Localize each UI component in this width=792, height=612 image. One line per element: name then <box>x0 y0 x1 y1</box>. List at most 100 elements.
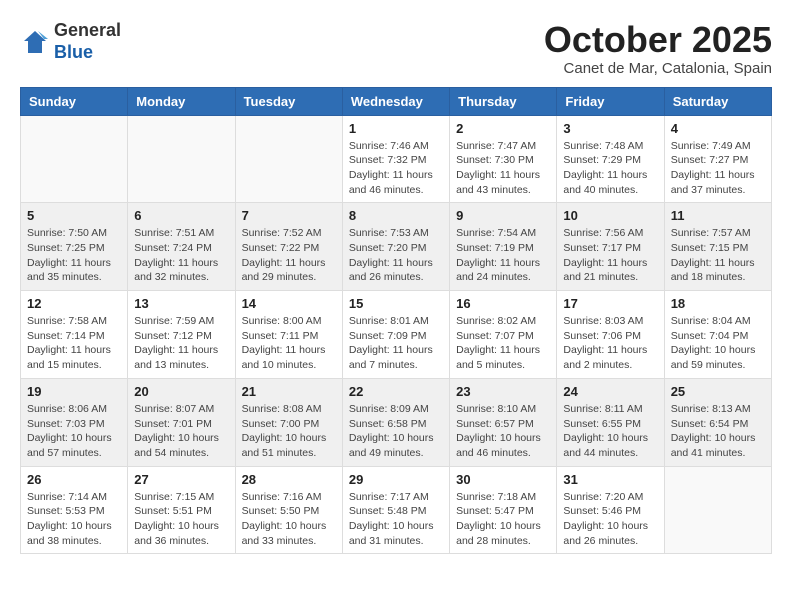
day-number: 22 <box>349 384 443 399</box>
day-number: 17 <box>563 296 657 311</box>
day-number: 25 <box>671 384 765 399</box>
calendar-cell: 29 Sunrise: 7:17 AMSunset: 5:48 PMDayligh… <box>342 466 449 554</box>
day-number: 8 <box>349 208 443 223</box>
location-text: Canet de Mar, Catalonia, Spain <box>544 60 772 77</box>
day-number: 12 <box>27 296 121 311</box>
calendar-cell: 18 Sunrise: 8:04 AMSunset: 7:04 PMDayligh… <box>664 291 771 379</box>
month-title: October 2025 <box>544 20 772 60</box>
calendar-cell: 19 Sunrise: 8:06 AMSunset: 7:03 PMDayligh… <box>21 378 128 466</box>
day-number: 6 <box>134 208 228 223</box>
calendar-cell: 4 Sunrise: 7:49 AMSunset: 7:27 PMDaylight… <box>664 115 771 203</box>
day-info: Sunrise: 7:17 AMSunset: 5:48 PMDaylight:… <box>349 490 443 549</box>
calendar-cell: 5Sunrise: 7:50 AMSunset: 7:25 PMDaylight… <box>21 203 128 291</box>
calendar-cell <box>128 115 235 203</box>
day-number: 2 <box>456 121 550 136</box>
day-info: Sunrise: 8:04 AMSunset: 7:04 PMDaylight:… <box>671 314 765 373</box>
calendar-cell: 1 Sunrise: 7:46 AMSunset: 7:32 PMDaylight… <box>342 115 449 203</box>
logo-icon <box>20 27 50 57</box>
day-number: 20 <box>134 384 228 399</box>
header-wednesday: Wednesday <box>342 87 449 115</box>
calendar-week-row: 1 Sunrise: 7:46 AMSunset: 7:32 PMDaylight… <box>21 115 772 203</box>
day-number: 21 <box>242 384 336 399</box>
calendar-cell: 3 Sunrise: 7:48 AMSunset: 7:29 PMDaylight… <box>557 115 664 203</box>
calendar-cell: 16Sunrise: 8:02 AMSunset: 7:07 PMDayligh… <box>450 291 557 379</box>
weekday-header-row: Sunday Monday Tuesday Wednesday Thursday… <box>21 87 772 115</box>
logo-blue-text: Blue <box>54 42 121 64</box>
day-number: 3 <box>563 121 657 136</box>
calendar-cell: 17 Sunrise: 8:03 AMSunset: 7:06 PMDayligh… <box>557 291 664 379</box>
day-info: Sunrise: 8:03 AMSunset: 7:06 PMDaylight:… <box>563 314 657 373</box>
day-info: Sunrise: 8:09 AMSunset: 6:58 PMDaylight:… <box>349 402 443 461</box>
calendar-cell: 25Sunrise: 8:13 AMSunset: 6:54 PMDayligh… <box>664 378 771 466</box>
day-number: 18 <box>671 296 765 311</box>
calendar-cell: 13 Sunrise: 7:59 AMSunset: 7:12 PMDayligh… <box>128 291 235 379</box>
day-info: Sunrise: 7:57 AMSunset: 7:15 PMDaylight:… <box>671 226 765 285</box>
day-number: 29 <box>349 472 443 487</box>
header-sunday: Sunday <box>21 87 128 115</box>
calendar-cell: 14 Sunrise: 8:00 AMSunset: 7:11 PMDayligh… <box>235 291 342 379</box>
day-info: Sunrise: 8:11 AMSunset: 6:55 PMDaylight:… <box>563 402 657 461</box>
calendar-cell <box>235 115 342 203</box>
calendar-cell: 11Sunrise: 7:57 AMSunset: 7:15 PMDayligh… <box>664 203 771 291</box>
day-number: 31 <box>563 472 657 487</box>
day-info: Sunrise: 7:58 AMSunset: 7:14 PMDaylight:… <box>27 314 121 373</box>
day-info: Sunrise: 7:20 AMSunset: 5:46 PMDaylight:… <box>563 490 657 549</box>
day-number: 16 <box>456 296 550 311</box>
day-info: Sunrise: 8:10 AMSunset: 6:57 PMDaylight:… <box>456 402 550 461</box>
day-info: Sunrise: 7:54 AMSunset: 7:19 PMDaylight:… <box>456 226 550 285</box>
header-tuesday: Tuesday <box>235 87 342 115</box>
calendar-cell: 2 Sunrise: 7:47 AMSunset: 7:30 PMDaylight… <box>450 115 557 203</box>
day-info: Sunrise: 7:51 AMSunset: 7:24 PMDaylight:… <box>134 226 228 285</box>
calendar-cell <box>21 115 128 203</box>
calendar-week-row: 19 Sunrise: 8:06 AMSunset: 7:03 PMDayligh… <box>21 378 772 466</box>
calendar-cell: 21 Sunrise: 8:08 AMSunset: 7:00 PMDayligh… <box>235 378 342 466</box>
calendar-cell: 9 Sunrise: 7:54 AMSunset: 7:19 PMDaylight… <box>450 203 557 291</box>
header-thursday: Thursday <box>450 87 557 115</box>
logo-general-text: General <box>54 20 121 42</box>
calendar-cell: 24 Sunrise: 8:11 AMSunset: 6:55 PMDayligh… <box>557 378 664 466</box>
page-header: General Blue October 2025 Canet de Mar, … <box>20 20 772 77</box>
day-number: 24 <box>563 384 657 399</box>
calendar-table: Sunday Monday Tuesday Wednesday Thursday… <box>20 87 772 555</box>
calendar-cell: 20Sunrise: 8:07 AMSunset: 7:01 PMDayligh… <box>128 378 235 466</box>
calendar-cell: 27 Sunrise: 7:15 AMSunset: 5:51 PMDayligh… <box>128 466 235 554</box>
day-info: Sunrise: 7:47 AMSunset: 7:30 PMDaylight:… <box>456 139 550 198</box>
header-friday: Friday <box>557 87 664 115</box>
day-info: Sunrise: 7:18 AMSunset: 5:47 PMDaylight:… <box>456 490 550 549</box>
day-number: 19 <box>27 384 121 399</box>
calendar-cell: 10Sunrise: 7:56 AMSunset: 7:17 PMDayligh… <box>557 203 664 291</box>
calendar-cell: 22 Sunrise: 8:09 AMSunset: 6:58 PMDayligh… <box>342 378 449 466</box>
day-number: 23 <box>456 384 550 399</box>
day-number: 13 <box>134 296 228 311</box>
header-saturday: Saturday <box>664 87 771 115</box>
header-monday: Monday <box>128 87 235 115</box>
day-info: Sunrise: 8:01 AMSunset: 7:09 PMDaylight:… <box>349 314 443 373</box>
day-info: Sunrise: 7:56 AMSunset: 7:17 PMDaylight:… <box>563 226 657 285</box>
day-info: Sunrise: 8:08 AMSunset: 7:00 PMDaylight:… <box>242 402 336 461</box>
day-info: Sunrise: 8:00 AMSunset: 7:11 PMDaylight:… <box>242 314 336 373</box>
calendar-cell: 31 Sunrise: 7:20 AMSunset: 5:46 PMDayligh… <box>557 466 664 554</box>
day-number: 4 <box>671 121 765 136</box>
calendar-cell: 12 Sunrise: 7:58 AMSunset: 7:14 PMDayligh… <box>21 291 128 379</box>
day-info: Sunrise: 8:06 AMSunset: 7:03 PMDaylight:… <box>27 402 121 461</box>
calendar-cell: 6 Sunrise: 7:51 AMSunset: 7:24 PMDaylight… <box>128 203 235 291</box>
day-info: Sunrise: 7:46 AMSunset: 7:32 PMDaylight:… <box>349 139 443 198</box>
day-info: Sunrise: 7:59 AMSunset: 7:12 PMDaylight:… <box>134 314 228 373</box>
day-info: Sunrise: 7:48 AMSunset: 7:29 PMDaylight:… <box>563 139 657 198</box>
day-number: 26 <box>27 472 121 487</box>
day-info: Sunrise: 7:52 AMSunset: 7:22 PMDaylight:… <box>242 226 336 285</box>
day-number: 14 <box>242 296 336 311</box>
day-info: Sunrise: 7:49 AMSunset: 7:27 PMDaylight:… <box>671 139 765 198</box>
calendar-cell: 23 Sunrise: 8:10 AMSunset: 6:57 PMDayligh… <box>450 378 557 466</box>
calendar-cell <box>664 466 771 554</box>
day-number: 9 <box>456 208 550 223</box>
calendar-cell: 15Sunrise: 8:01 AMSunset: 7:09 PMDayligh… <box>342 291 449 379</box>
day-number: 27 <box>134 472 228 487</box>
day-info: Sunrise: 7:16 AMSunset: 5:50 PMDaylight:… <box>242 490 336 549</box>
calendar-cell: 8 Sunrise: 7:53 AMSunset: 7:20 PMDaylight… <box>342 203 449 291</box>
day-info: Sunrise: 7:15 AMSunset: 5:51 PMDaylight:… <box>134 490 228 549</box>
day-info: Sunrise: 7:53 AMSunset: 7:20 PMDaylight:… <box>349 226 443 285</box>
day-number: 1 <box>349 121 443 136</box>
day-number: 28 <box>242 472 336 487</box>
calendar-cell: 30Sunrise: 7:18 AMSunset: 5:47 PMDayligh… <box>450 466 557 554</box>
